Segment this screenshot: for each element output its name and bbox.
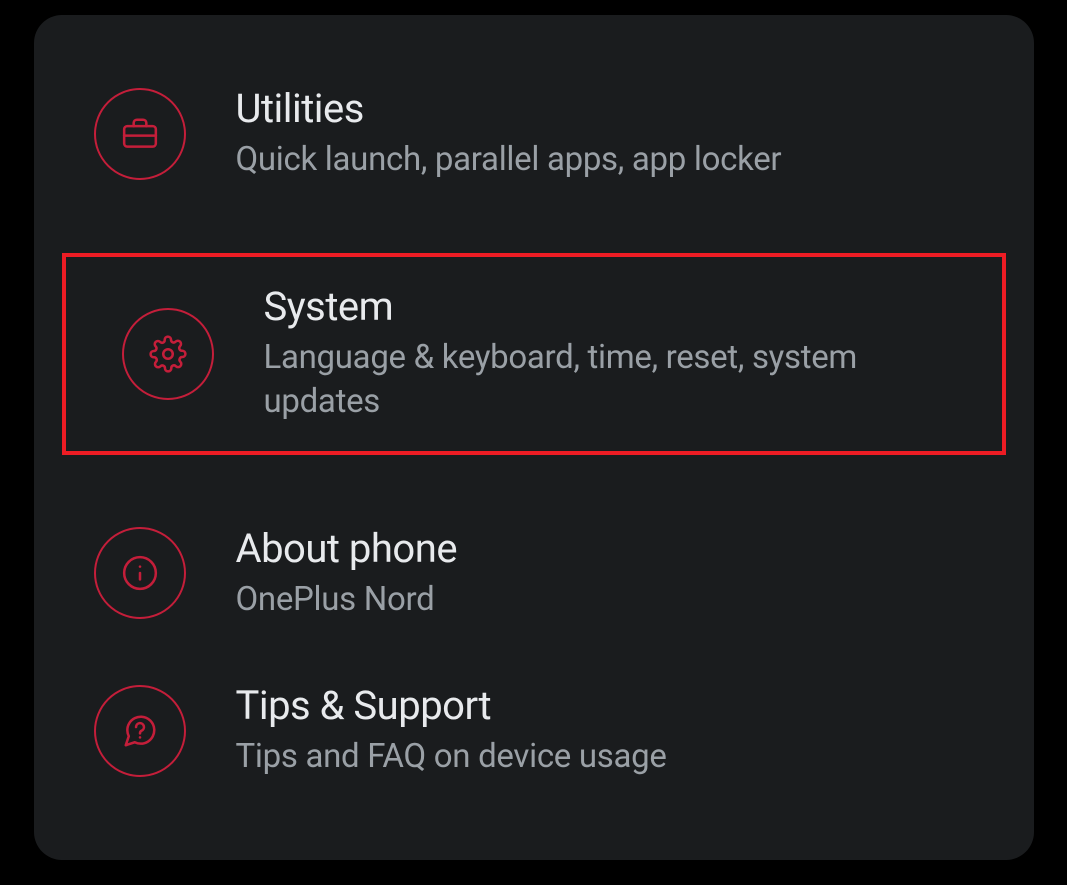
- settings-item-system[interactable]: System Language & keyboard, time, reset,…: [62, 253, 1006, 455]
- settings-item-tips[interactable]: Tips & Support Tips and FAQ on device us…: [34, 652, 1034, 810]
- settings-item-utilities[interactable]: Utilities Quick launch, parallel apps, a…: [34, 55, 1034, 213]
- gear-icon: [122, 308, 214, 400]
- settings-item-title: About phone: [236, 525, 994, 572]
- settings-panel: Utilities Quick launch, parallel apps, a…: [34, 15, 1034, 860]
- settings-item-text: Tips & Support Tips and FAQ on device us…: [236, 682, 994, 780]
- settings-item-title: Utilities: [236, 85, 994, 132]
- settings-item-text: Utilities Quick launch, parallel apps, a…: [236, 85, 994, 183]
- info-icon: [94, 527, 186, 619]
- settings-item-text: System Language & keyboard, time, reset,…: [264, 283, 994, 425]
- settings-item-subtitle: Tips and FAQ on device usage: [236, 735, 994, 780]
- settings-item-subtitle: Language & keyboard, time, reset, system…: [264, 336, 994, 425]
- help-icon: [94, 685, 186, 777]
- settings-item-text: About phone OnePlus Nord: [236, 525, 994, 623]
- settings-item-about[interactable]: About phone OnePlus Nord: [34, 495, 1034, 653]
- settings-item-title: Tips & Support: [236, 682, 994, 729]
- settings-item-title: System: [264, 283, 994, 330]
- settings-item-subtitle: Quick launch, parallel apps, app locker: [236, 138, 994, 183]
- briefcase-icon: [94, 88, 186, 180]
- settings-item-subtitle: OnePlus Nord: [236, 578, 994, 623]
